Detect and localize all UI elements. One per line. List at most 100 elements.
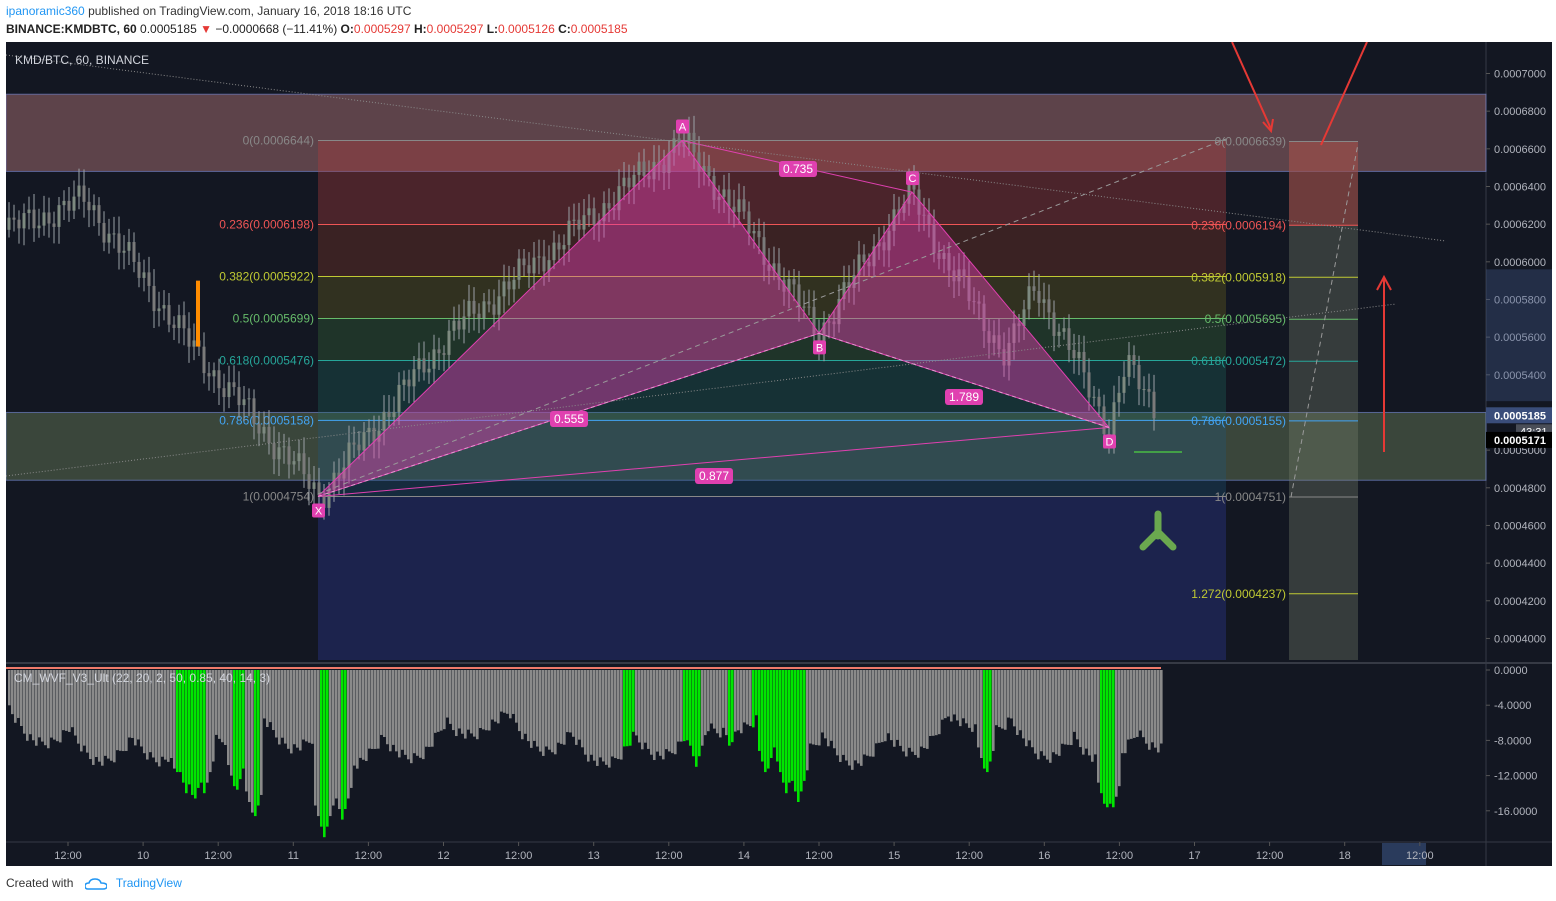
wvf-bar	[719, 670, 722, 738]
wvf-bar	[248, 670, 251, 802]
wvf-bar	[395, 670, 398, 752]
chart-svg[interactable]: 0(0.0006644) 0.236(0.0006198) 0.382(0.0005…	[6, 42, 1552, 866]
open-value: 0.0005297	[353, 22, 411, 36]
wvf-bar	[743, 670, 746, 723]
wvf-bar	[848, 670, 851, 766]
chart-container[interactable]: 0(0.0006644) 0.236(0.0006198) 0.382(0.0005…	[6, 42, 1552, 866]
wvf-bar	[962, 670, 965, 719]
wvf-bar	[539, 670, 542, 752]
wvf-bar	[389, 670, 392, 752]
wvf-bar	[935, 670, 938, 736]
harmonic-point-label: X	[315, 505, 323, 517]
candle-body	[222, 388, 226, 398]
candle-body	[212, 370, 216, 377]
high-label: H:	[413, 22, 427, 36]
candle-body	[162, 305, 166, 309]
wvf-bar	[545, 670, 548, 747]
wvf-bar	[278, 670, 281, 745]
candle-body	[737, 199, 741, 213]
wvf-bar	[377, 670, 380, 749]
wvf-bar	[1142, 670, 1145, 738]
wvf-bar	[386, 670, 389, 745]
wvf-bar	[335, 670, 338, 799]
wvf-bar	[707, 670, 710, 732]
wvf-bar	[518, 670, 521, 732]
candle-body	[727, 189, 731, 207]
wvf-bar	[785, 670, 788, 794]
wvf-bar	[572, 670, 575, 737]
fib-right-label: 0.786(0.0005155)	[1191, 414, 1286, 428]
candle-body	[537, 256, 541, 258]
candle-body	[487, 301, 491, 305]
wvf-bar	[911, 670, 914, 752]
wvf-bar	[713, 670, 716, 729]
wvf-bar	[806, 670, 809, 771]
wvf-bar	[947, 670, 950, 717]
wvf-bar	[398, 670, 401, 758]
time-tick-label: 12:00	[1106, 850, 1134, 862]
wvf-bar	[920, 670, 923, 747]
ratio-label: 0.735	[783, 162, 813, 176]
wvf-bar	[638, 670, 641, 743]
candle-body	[752, 231, 756, 234]
wvf-bar	[251, 670, 254, 813]
wvf-bar	[239, 670, 242, 780]
candle-body	[1067, 328, 1071, 350]
candle-body	[467, 300, 471, 317]
wvf-bar	[689, 670, 692, 746]
wvf-bar	[233, 670, 236, 787]
wvf-bar	[560, 670, 563, 744]
wvf-bar	[590, 670, 593, 755]
candle-body	[1147, 389, 1151, 392]
author-link[interactable]: ipanoramic360	[6, 4, 85, 18]
fib-band	[318, 140, 1226, 225]
candle-body	[167, 305, 171, 325]
candle-body	[1152, 391, 1156, 419]
publish-info: ipanoramic360 published on TradingView.c…	[6, 4, 411, 18]
tradingview-link[interactable]: TradingView	[116, 876, 182, 890]
wvf-bar	[482, 670, 485, 730]
harmonic-point-label: D	[1106, 437, 1114, 449]
wvf-bar	[554, 670, 557, 755]
wvf-bar	[323, 670, 326, 838]
wvf-bar	[842, 670, 845, 755]
time-tick-label: 10	[137, 850, 149, 862]
candle-body	[202, 346, 206, 374]
wvf-bar	[953, 670, 956, 715]
wvf-bar	[1004, 670, 1007, 730]
wvf-bar	[614, 670, 617, 759]
wvf-bar	[422, 670, 425, 760]
wvf-bar	[1022, 670, 1025, 739]
time-tick-label: 16	[1038, 850, 1050, 862]
fib-right-label: 0.5(0.0005695)	[1205, 312, 1286, 326]
wvf-bar	[200, 670, 203, 783]
candle-body	[1037, 290, 1041, 303]
candle-body	[582, 215, 586, 230]
candle-body	[67, 200, 71, 211]
low-value: 0.0005126	[498, 22, 555, 36]
wvf-bar	[917, 670, 920, 758]
wvf-bar	[695, 670, 698, 767]
harmonic-point-label: C	[909, 173, 917, 185]
wvf-bar	[1091, 670, 1094, 762]
candle-body	[72, 196, 76, 211]
wvf-bar	[311, 670, 314, 744]
wvf-bar	[1139, 670, 1142, 731]
time-tick-label: 12:00	[1406, 850, 1434, 862]
wvf-bar	[1073, 670, 1076, 732]
candle-body	[587, 208, 591, 216]
wvf-bar	[974, 670, 977, 725]
wvf-bar	[254, 670, 257, 817]
wvf-bar	[407, 670, 410, 760]
candle-body	[1077, 351, 1081, 359]
candle-body	[1032, 286, 1036, 291]
wvf-bar	[356, 670, 359, 769]
indicator-tick-label: -16.0000	[1494, 806, 1537, 818]
wvf-bar	[956, 670, 959, 721]
wvf-bar	[827, 670, 830, 747]
wvf-bar	[812, 670, 815, 745]
fib-left-label: 0.5(0.0005699)	[233, 311, 314, 325]
fib-left-label: 1(0.0004754)	[243, 489, 314, 503]
wvf-bar	[473, 670, 476, 737]
candle-body	[802, 306, 806, 308]
